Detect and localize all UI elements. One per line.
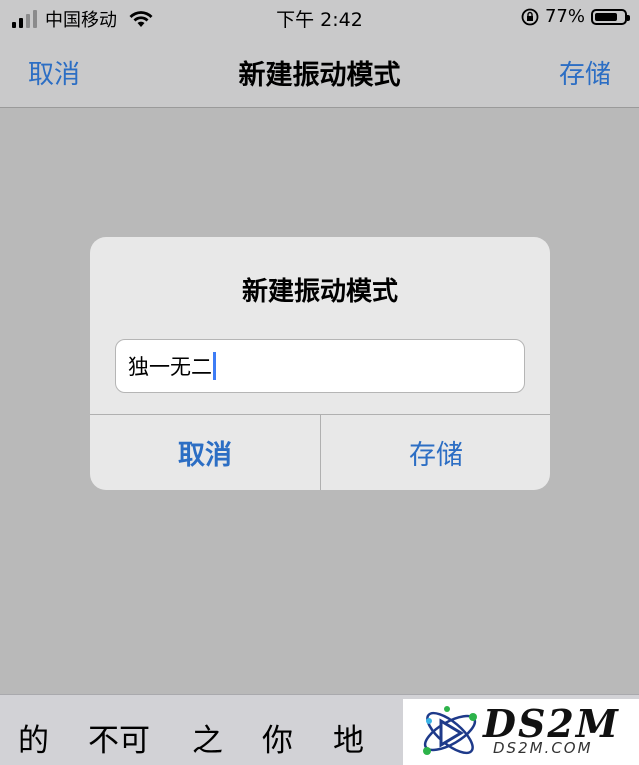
dialog-save-button[interactable]: 存储 bbox=[321, 415, 550, 490]
candidate-item[interactable]: 之 bbox=[192, 715, 223, 760]
battery-percentage: 77% bbox=[544, 6, 585, 27]
navigation-bar: 取消 新建振动模式 存储 bbox=[0, 34, 639, 108]
candidate-item[interactable]: 的 bbox=[18, 715, 49, 760]
dialog-cancel-button[interactable]: 取消 bbox=[90, 415, 320, 490]
alert-dialog: 新建振动模式 独一无二 取消 存储 bbox=[90, 237, 550, 490]
candidate-item[interactable]: 不可 bbox=[88, 715, 150, 760]
rotation-lock-icon bbox=[521, 8, 539, 25]
watermark-subtext: DS2M.COM bbox=[493, 739, 593, 757]
text-caret bbox=[213, 352, 216, 380]
watermark-logo: DS2M DS2M.COM bbox=[403, 699, 639, 765]
atom-logo-icon bbox=[423, 706, 477, 755]
input-text: 独一无二 bbox=[128, 355, 212, 379]
dialog-title: 新建振动模式 bbox=[241, 277, 398, 307]
nav-save-button[interactable]: 存储 bbox=[559, 54, 611, 91]
candidate-item[interactable]: 地 bbox=[333, 715, 364, 760]
candidate-item[interactable]: 你 bbox=[262, 715, 293, 760]
status-bar: 中国移动 下午 2:42 77% bbox=[0, 0, 639, 34]
nav-title: 新建振动模式 bbox=[238, 60, 401, 91]
status-bar-right: 77% bbox=[521, 6, 630, 27]
battery-icon bbox=[591, 8, 630, 25]
pattern-name-input[interactable]: 独一无二 bbox=[115, 339, 525, 393]
